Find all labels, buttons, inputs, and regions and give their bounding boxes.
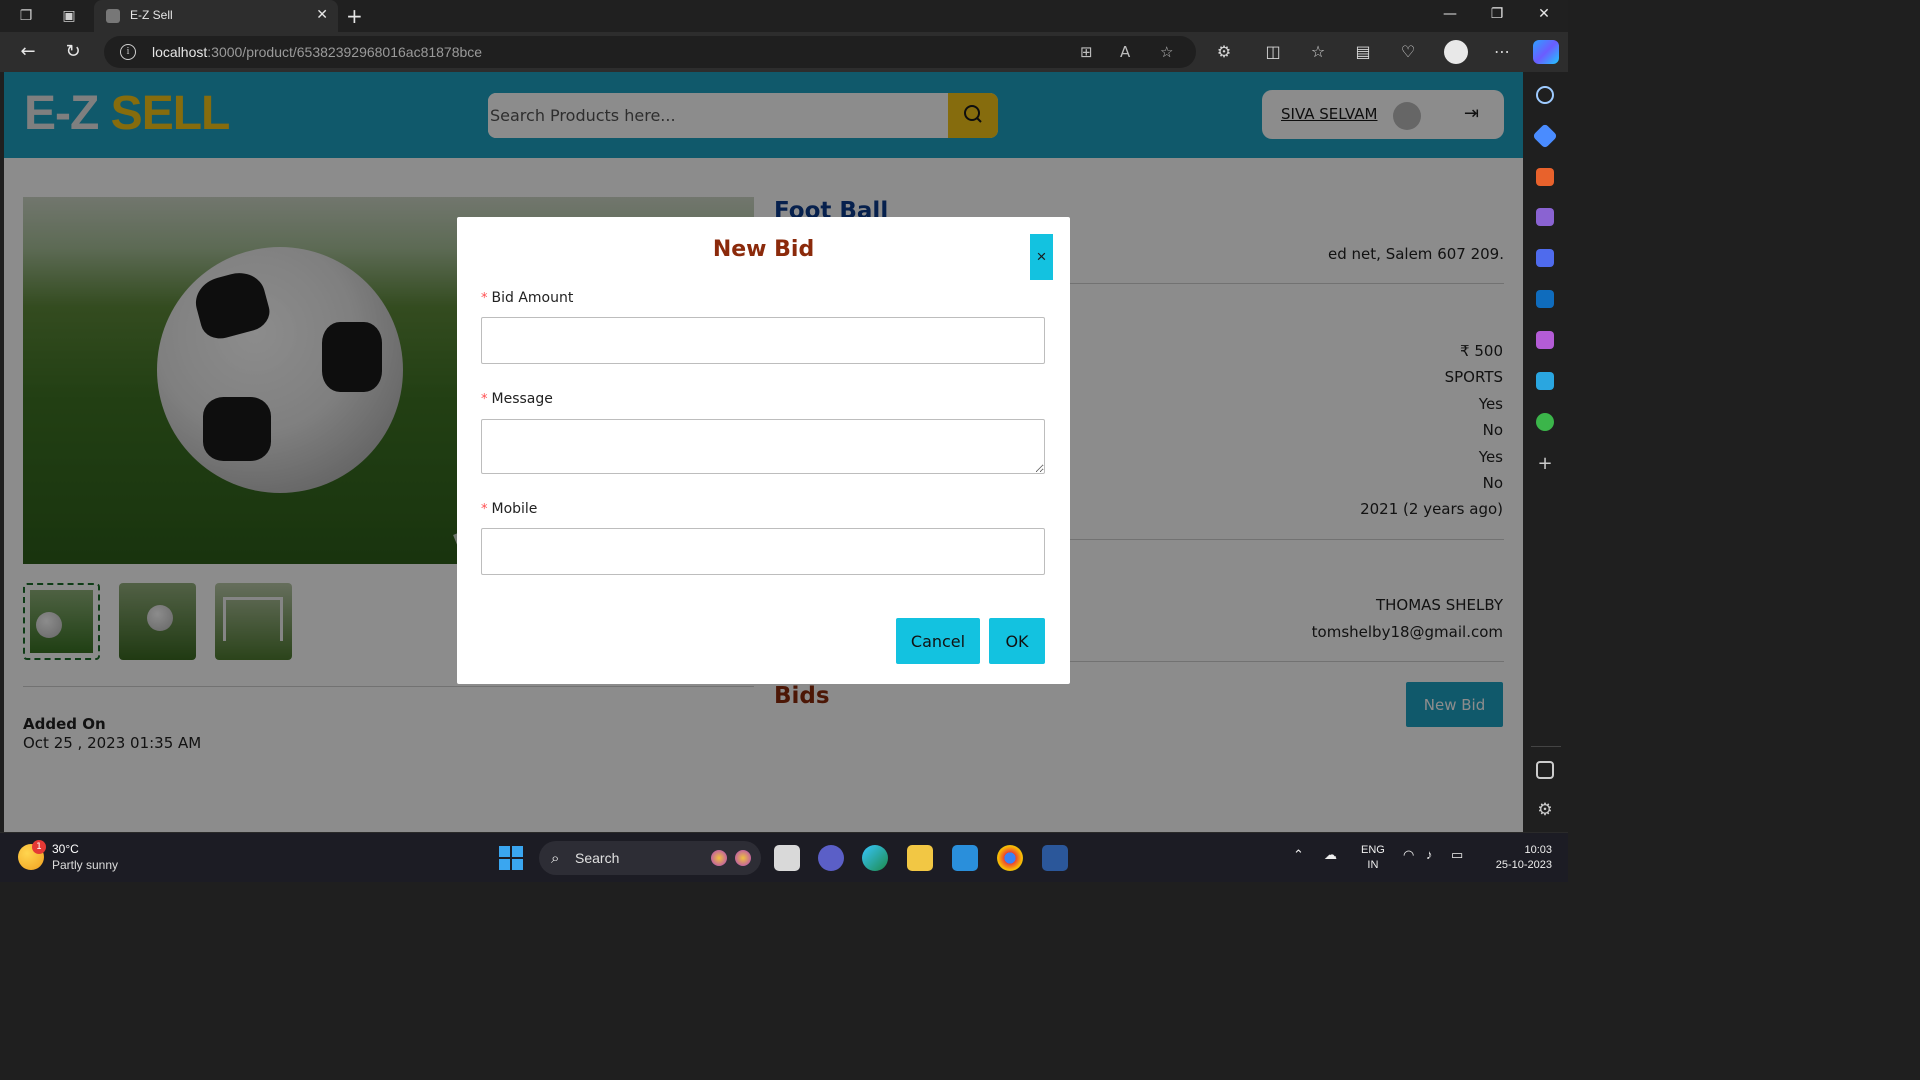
tab-actions-icon[interactable]: ▣ bbox=[60, 7, 78, 25]
browser-tab-strip: ❐ ▣ E-Z Sell ✕ + — ❐ ✕ bbox=[0, 0, 1568, 32]
windows-start-icon[interactable] bbox=[499, 846, 523, 870]
taskbar-search-label: Search bbox=[575, 850, 620, 866]
back-icon[interactable]: ← bbox=[17, 41, 39, 62]
onedrive-icon[interactable]: ☁ bbox=[1324, 847, 1337, 863]
language-indicator[interactable]: ENG IN bbox=[1361, 843, 1385, 873]
new-bid-modal: New Bid × * Bid Amount * Message * Mobile C… bbox=[457, 217, 1070, 684]
site-info-icon[interactable]: i bbox=[120, 44, 136, 60]
bid-amount-input[interactable] bbox=[481, 317, 1045, 364]
hide-sidebar-icon[interactable] bbox=[1536, 761, 1554, 779]
bid-amount-label: * Bid Amount bbox=[481, 290, 574, 306]
sidebar-settings-icon[interactable]: ⚙ bbox=[1536, 801, 1554, 819]
browser-tab[interactable]: E-Z Sell ✕ bbox=[94, 0, 338, 32]
restore-icon[interactable]: ❐ bbox=[1487, 6, 1507, 22]
tree-icon[interactable] bbox=[1536, 413, 1554, 431]
message-textarea[interactable] bbox=[481, 419, 1045, 474]
battery-icon[interactable]: ▭ bbox=[1451, 847, 1463, 863]
required-mark: * bbox=[481, 291, 488, 306]
extensions-icon[interactable]: ⚙ bbox=[1213, 42, 1235, 61]
window-close-icon[interactable]: ✕ bbox=[1534, 6, 1554, 22]
address-toolbar: ← ↻ i localhost:3000/product/65382392968… bbox=[0, 32, 1568, 72]
close-tab-icon[interactable]: ✕ bbox=[316, 7, 328, 23]
app-available-icon[interactable]: ⊞ bbox=[1080, 43, 1093, 61]
chrome-icon[interactable] bbox=[997, 845, 1023, 871]
add-sidebar-app-icon[interactable]: + bbox=[1536, 455, 1554, 473]
copilot-icon[interactable] bbox=[1533, 40, 1559, 64]
url-text[interactable]: localhost:3000/product/65382392968016ac8… bbox=[152, 44, 482, 60]
message-label: * Message bbox=[481, 391, 553, 407]
show-hidden-icons-icon[interactable]: ⌃ bbox=[1293, 847, 1304, 863]
weather-desc[interactable]: Partly sunny bbox=[52, 858, 118, 872]
read-aloud-icon[interactable]: A bbox=[1120, 43, 1130, 61]
wifi-icon[interactable]: ◠ bbox=[1403, 847, 1414, 863]
teams-chat-icon[interactable] bbox=[818, 845, 844, 871]
address-bar[interactable]: i localhost:3000/product/65382392968016a… bbox=[104, 36, 1196, 68]
file-explorer-icon[interactable] bbox=[907, 845, 933, 871]
word-icon[interactable] bbox=[1042, 845, 1068, 871]
tab-title: E-Z Sell bbox=[130, 8, 173, 22]
vscode-icon[interactable] bbox=[952, 845, 978, 871]
sidebar-divider bbox=[1531, 746, 1561, 747]
edge-icon[interactable] bbox=[862, 845, 888, 871]
search-icon: ⌕ bbox=[551, 849, 560, 867]
collections-icon[interactable]: ▤ bbox=[1352, 42, 1374, 61]
modal-title: New Bid bbox=[712, 237, 815, 262]
windows-taskbar: 1 30°C Partly sunny ⌕ Search ⌃ ☁ ENG IN … bbox=[0, 832, 1568, 882]
games-icon[interactable] bbox=[1536, 208, 1554, 226]
web-page: E-Z SELL SIVA SELVAM ⇥ bbox=[4, 72, 1523, 832]
mobile-input[interactable] bbox=[481, 528, 1045, 575]
workspaces-icon[interactable]: ❐ bbox=[17, 7, 35, 25]
favorite-star-icon[interactable]: ☆ bbox=[1160, 43, 1173, 61]
send-icon[interactable] bbox=[1536, 372, 1554, 390]
volume-icon[interactable]: ♪ bbox=[1426, 847, 1433, 862]
outlook-icon[interactable] bbox=[1536, 290, 1554, 308]
edge-sidebar: + ⚙ bbox=[1523, 72, 1568, 832]
weather-temp[interactable]: 30°C bbox=[52, 842, 79, 856]
search-highlight-icon bbox=[711, 850, 727, 866]
favorites-icon[interactable]: ☆ bbox=[1307, 42, 1329, 61]
system-clock[interactable]: 10:03 25-10-2023 bbox=[1478, 843, 1552, 873]
split-screen-icon[interactable]: ◫ bbox=[1262, 42, 1284, 61]
minimize-icon[interactable]: — bbox=[1440, 6, 1460, 22]
search-highlight-icon bbox=[735, 850, 751, 866]
search-icon[interactable] bbox=[1536, 86, 1554, 104]
browser-essentials-icon[interactable]: ♡ bbox=[1397, 42, 1419, 61]
weather-badge: 1 bbox=[32, 840, 46, 854]
ok-button[interactable]: OK bbox=[989, 618, 1045, 664]
required-mark: * bbox=[481, 392, 488, 407]
more-menu-icon[interactable]: ⋯ bbox=[1491, 42, 1513, 61]
refresh-icon[interactable]: ↻ bbox=[62, 41, 84, 62]
designer-icon[interactable] bbox=[1536, 331, 1554, 349]
new-tab-icon[interactable]: + bbox=[346, 4, 363, 28]
cancel-button[interactable]: Cancel bbox=[896, 618, 980, 664]
taskbar-search[interactable]: ⌕ Search bbox=[539, 841, 761, 875]
shopping-icon[interactable] bbox=[1532, 123, 1558, 149]
favicon-icon bbox=[106, 9, 120, 23]
copilot-sidebar-icon[interactable] bbox=[1536, 249, 1554, 267]
mobile-label: * Mobile bbox=[481, 501, 538, 517]
task-view-icon[interactable] bbox=[774, 845, 800, 871]
profile-avatar[interactable] bbox=[1444, 40, 1468, 64]
required-mark: * bbox=[481, 502, 488, 517]
tools-icon[interactable] bbox=[1536, 168, 1554, 186]
close-icon[interactable]: × bbox=[1030, 234, 1053, 280]
